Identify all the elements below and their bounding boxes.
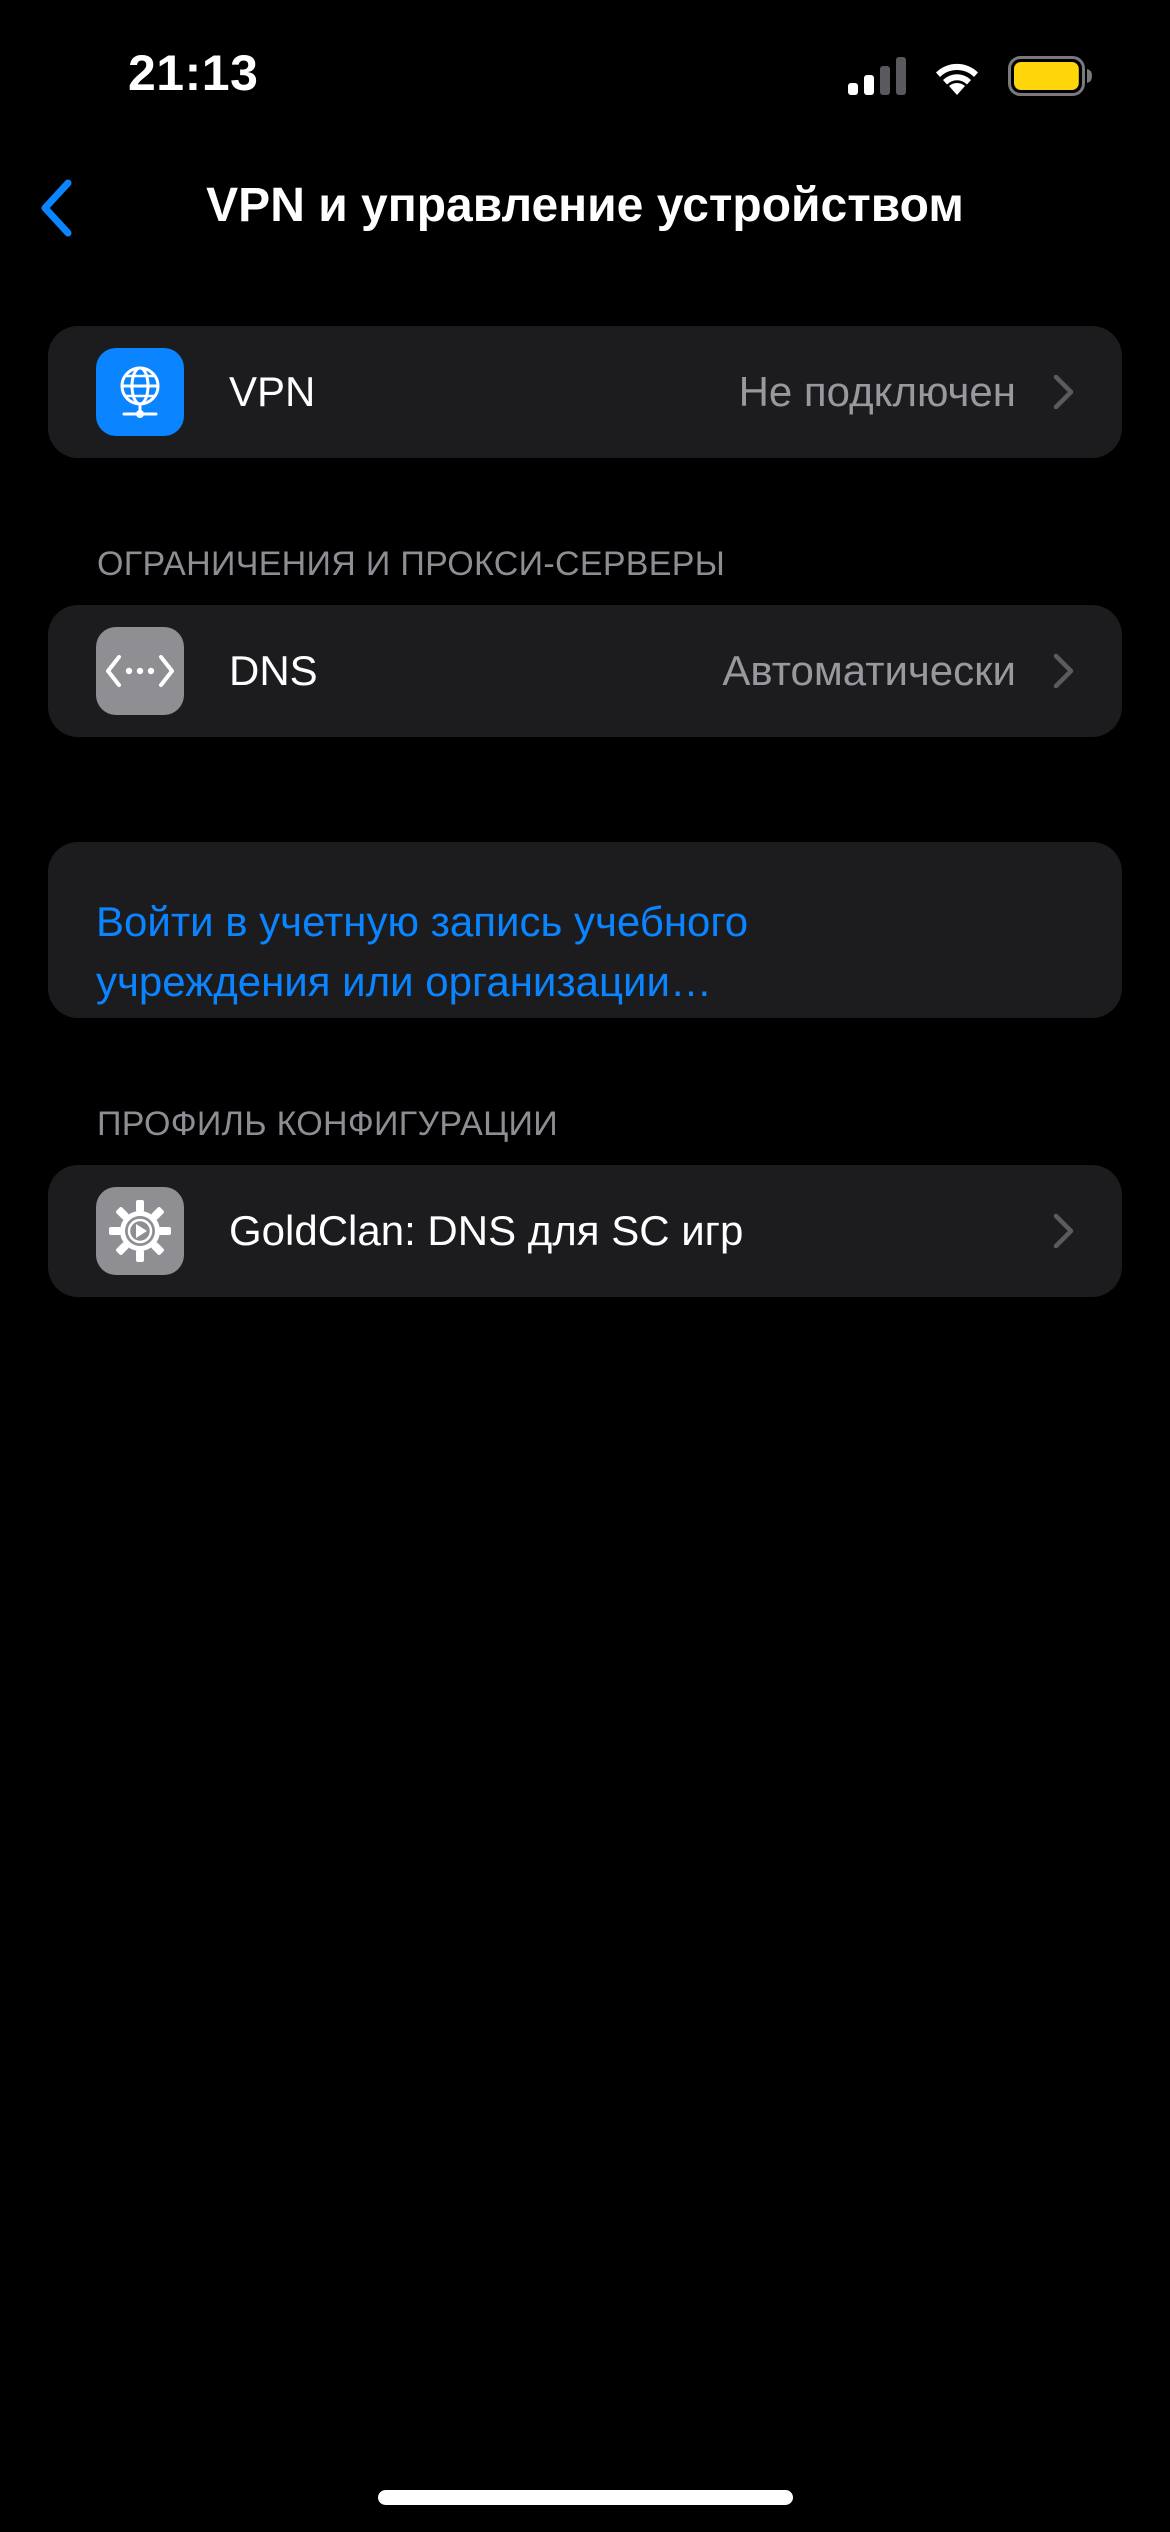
vpn-status-value: Не подключен — [738, 368, 1016, 415]
vpn-row[interactable]: VPN Не подключен — [48, 326, 1122, 458]
chevron-right-icon — [1053, 653, 1074, 689]
profile-label: GoldClan: DNS для SC игр — [229, 1207, 744, 1254]
settings-gear-icon — [96, 1187, 184, 1275]
profile-row[interactable]: GoldClan: DNS для SC игр — [48, 1165, 1122, 1297]
sign-in-group: Войти в учетную запись учебного учрежден… — [48, 842, 1122, 1018]
cellular-signal-icon — [848, 57, 906, 95]
wifi-icon — [936, 63, 978, 95]
sign-in-organization-link[interactable]: Войти в учетную запись учебного учрежден… — [96, 892, 1076, 1012]
dns-value: Автоматически — [722, 647, 1016, 694]
dns-label: DNS — [229, 647, 318, 694]
dns-arrows-icon — [96, 627, 184, 715]
vpn-globe-icon — [96, 348, 184, 436]
sign-in-link-line-2: учреждения или организации… — [96, 958, 712, 1005]
sign-in-link-line-1: Войти в учетную запись учебного — [96, 898, 749, 945]
chevron-right-icon — [1053, 374, 1074, 410]
page-title: VPN и управление устройством — [206, 179, 964, 232]
navigation-bar: VPN и управление устройством — [0, 160, 1170, 256]
chevron-right-icon — [1053, 1213, 1074, 1249]
profile-section-header: ПРОФИЛЬ КОНФИГУРАЦИИ — [97, 1105, 558, 1143]
battery-icon — [1008, 56, 1092, 96]
status-icons — [848, 56, 1092, 96]
vpn-label: VPN — [229, 368, 316, 415]
home-indicator[interactable] — [378, 2490, 793, 2505]
vpn-group: VPN Не подключен — [48, 326, 1122, 458]
restrictions-section-header: ОГРАНИЧЕНИЯ И ПРОКСИ-СЕРВЕРЫ — [97, 545, 726, 583]
profile-group: GoldClan: DNS для SC игр — [48, 1165, 1122, 1297]
restrictions-group: DNS Автоматически — [48, 605, 1122, 737]
status-time: 21:13 — [128, 45, 259, 101]
status-bar: 21:13 — [0, 0, 1170, 150]
dns-row[interactable]: DNS Автоматически — [48, 605, 1122, 737]
